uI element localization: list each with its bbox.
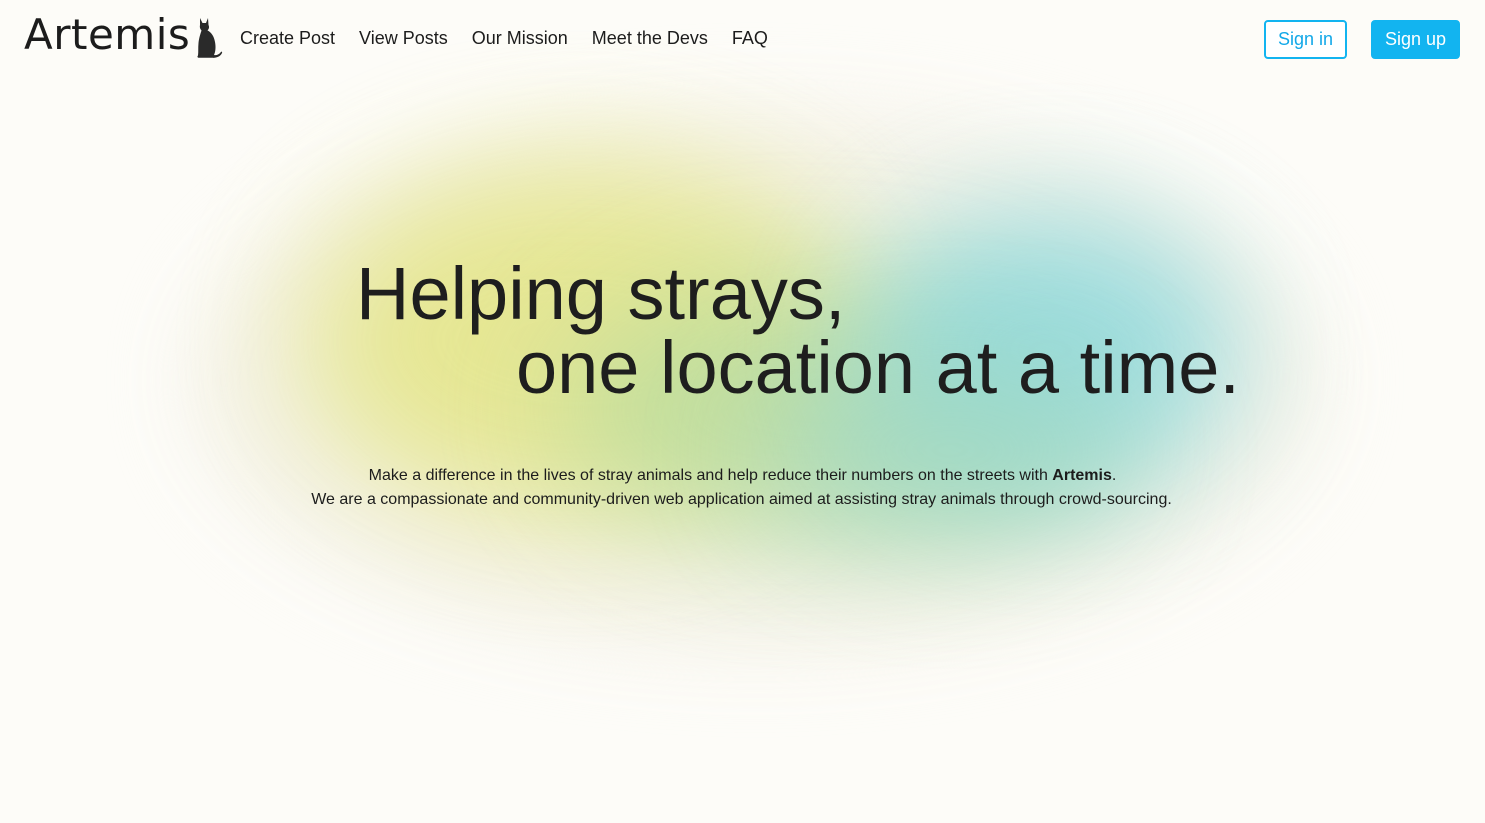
- nav-view-posts[interactable]: View Posts: [359, 26, 448, 50]
- logo-link[interactable]: Artemis: [24, 10, 224, 60]
- hero-description-suffix: .: [1111, 467, 1117, 484]
- nav-faq[interactable]: FAQ: [732, 26, 768, 50]
- hero-headline-line-2: one location at a time.: [516, 326, 1240, 409]
- sign-up-button[interactable]: Sign up: [1371, 20, 1460, 59]
- cat-silhouette-icon: [197, 18, 223, 58]
- nav-meet-the-devs[interactable]: Meet the Devs: [592, 26, 708, 50]
- hero-description-brand: Artemis: [1052, 467, 1112, 484]
- hero-description-line-2: We are a compassionate and community-dri…: [0, 488, 1485, 512]
- logo-text: Artemis: [24, 10, 191, 59]
- hero-description-line-1: Make a difference in the lives of stray …: [0, 464, 1485, 488]
- hero-headline-line-1: Helping strays,: [356, 252, 846, 335]
- hero-description-prefix: Make a difference in the lives of stray …: [368, 467, 1053, 484]
- landing-page: Artemis Create Post View Posts Our Missi…: [0, 0, 1485, 823]
- nav-our-mission[interactable]: Our Mission: [472, 26, 568, 50]
- site-header: Artemis Create Post View Posts Our Missi…: [0, 0, 1485, 76]
- nav-create-post[interactable]: Create Post: [240, 26, 335, 50]
- main-nav: Create Post View Posts Our Mission Meet …: [240, 26, 768, 50]
- sign-in-button[interactable]: Sign in: [1264, 20, 1347, 59]
- hero-description-text: We are a compassionate and community-dri…: [311, 491, 1172, 508]
